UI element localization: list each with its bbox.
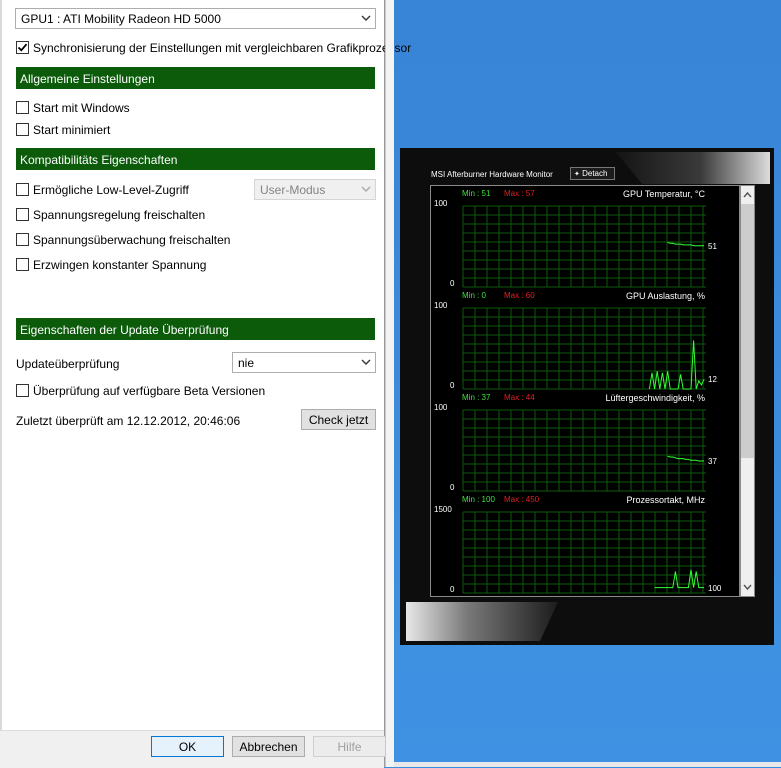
chevron-down-icon	[361, 15, 371, 21]
beta-checkbox[interactable]	[16, 384, 29, 397]
graph-grid	[462, 307, 706, 390]
low-level-label: Ermögliche Low-Level-Zugriff	[33, 183, 189, 197]
graph-ymax-label: 1500	[434, 505, 452, 514]
help-button: Hilfe	[313, 736, 386, 757]
sync-label: Synchronisierung der Einstellungen mit v…	[33, 41, 412, 55]
graph-ymin-label: 0	[450, 483, 455, 492]
gpu-select-value: GPU1 : ATI Mobility Radeon HD 5000	[21, 12, 221, 26]
ok-button[interactable]: OK	[151, 736, 224, 757]
graph-max-label: Max : 57	[504, 189, 535, 198]
graph-series-line	[667, 241, 704, 247]
start-with-windows-checkbox[interactable]	[16, 101, 29, 114]
low-level-mode-select: User-Modus	[254, 179, 376, 200]
low-level-mode-value: User-Modus	[260, 183, 326, 197]
gpu-select[interactable]: GPU1 : ATI Mobility Radeon HD 5000	[15, 8, 376, 29]
monitor-title: MSI Afterburner Hardware Monitor	[431, 170, 553, 179]
graph-current-value: 51	[708, 241, 717, 251]
graph-ymax-label: 100	[434, 301, 448, 310]
taskbar-strip	[393, 762, 781, 767]
check-now-button[interactable]: Check jetzt	[301, 409, 376, 430]
graph-ymin-label: 0	[450, 381, 455, 390]
cancel-button[interactable]: Abbrechen	[232, 736, 305, 757]
graph-ymax-label: 100	[434, 403, 448, 412]
voltage-control-label: Spannungsregelung freischalten	[33, 208, 206, 222]
section-compat: Kompatibilitäts Eigenschaften	[16, 148, 375, 170]
update-check-value: nie	[238, 356, 255, 370]
last-checked-text: Zuletzt überprüft am 12.12.2012, 20:46:0…	[16, 414, 241, 428]
section-update: Eigenschaften der Update Überprüfung	[16, 318, 375, 340]
voltage-monitor-label: Spannungsüberwachung freischalten	[33, 233, 231, 247]
graph-current-value: 100	[708, 583, 722, 593]
window-border	[385, 0, 394, 767]
graph-grid	[462, 511, 706, 594]
panel-edge	[0, 0, 2, 767]
graph-min-label: Min : 37	[462, 393, 491, 402]
start-with-windows-label: Start mit Windows	[33, 101, 130, 115]
low-level-checkbox[interactable]	[16, 183, 29, 196]
graph-title: GPU Auslastung, %	[625, 291, 705, 301]
graph-current-value: 37	[708, 457, 717, 467]
chevron-down-icon	[361, 186, 371, 192]
voltage-monitor-checkbox[interactable]	[16, 233, 29, 246]
start-minimized-label: Start minimiert	[33, 123, 111, 137]
graph-series-line	[667, 455, 704, 462]
graphs-area[interactable]	[430, 185, 740, 597]
beta-label: Überprüfung auf verfügbare Beta Versione…	[33, 384, 266, 398]
graph-grid	[462, 409, 706, 492]
graph-min-label: Min : 51	[462, 189, 491, 198]
graph-max-label: Max : 450	[504, 495, 540, 504]
graph-max-label: Max : 60	[504, 291, 535, 300]
scroll-up-icon[interactable]	[741, 188, 754, 202]
sync-checkbox[interactable]	[16, 41, 29, 54]
constant-voltage-label: Erzwingen konstanter Spannung	[33, 258, 207, 272]
update-check-label: Updateüberprüfung	[16, 357, 120, 371]
checkmark-icon	[17, 43, 28, 52]
chevron-down-icon	[361, 359, 371, 365]
graphs-canvas	[462, 205, 706, 594]
update-check-select[interactable]: nie	[232, 352, 376, 373]
voltage-control-checkbox[interactable]	[16, 208, 29, 221]
graph-ymax-label: 100	[434, 199, 448, 208]
scroll-down-icon[interactable]	[741, 580, 754, 594]
start-minimized-checkbox[interactable]	[16, 123, 29, 136]
graph-min-label: Min : 100	[462, 495, 495, 504]
section-general: Allgemeine Einstellungen	[16, 67, 375, 89]
graph-series-line	[648, 340, 705, 390]
graph-title: Lüftergeschwindigkeit, %	[605, 393, 705, 403]
graph-grid	[462, 205, 706, 288]
detach-label: Detach	[582, 169, 608, 178]
detach-button[interactable]: ✦ Detach	[570, 167, 615, 180]
scroll-thumb[interactable]	[741, 204, 754, 458]
graph-title: GPU Temperatur, °C	[623, 189, 705, 199]
graph-ymin-label: 0	[450, 585, 455, 594]
graph-max-label: Max : 44	[504, 393, 535, 402]
graph-current-value: 12	[708, 375, 717, 385]
graph-title: Prozessortakt, MHz	[626, 495, 705, 505]
constant-voltage-checkbox[interactable]	[16, 258, 29, 271]
detach-icon: ✦	[574, 171, 580, 178]
graph-ymin-label: 0	[450, 279, 455, 288]
graph-min-label: Min : 0	[462, 291, 487, 300]
